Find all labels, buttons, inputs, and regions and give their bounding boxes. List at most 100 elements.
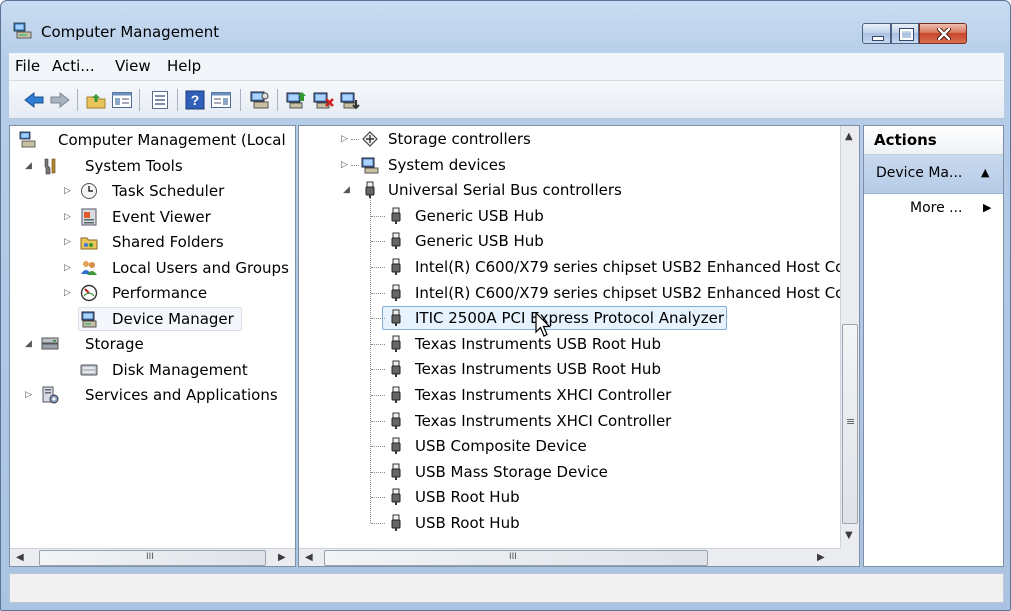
collapsed-triangle-icon[interactable]: ▷ [25, 390, 35, 400]
minimize-button[interactable] [862, 23, 891, 44]
back-arrow-icon[interactable] [23, 90, 45, 110]
collapsed-triangle-icon[interactable]: ▷ [64, 263, 74, 273]
device-item[interactable]: USB Mass Storage Device [299, 460, 839, 484]
device-item[interactable]: Generic USB Hub [299, 204, 839, 228]
menu-action[interactable]: Acti... [52, 57, 95, 75]
expanded-triangle-icon[interactable]: ◢ [25, 161, 35, 171]
scrollbar-thumb[interactable]: III [324, 550, 708, 566]
tree-connector [371, 369, 385, 370]
scrollbar-thumb[interactable]: III [39, 550, 266, 566]
collapsed-triangle-icon[interactable]: ▷ [341, 160, 351, 170]
close-button[interactable] [919, 23, 967, 44]
collapsed-triangle-icon[interactable]: ▷ [64, 288, 74, 298]
collapsed-triangle-icon[interactable]: ▷ [341, 134, 351, 144]
collapse-up-arrow-icon[interactable]: ▲ [981, 166, 989, 179]
disable-device-icon[interactable] [339, 90, 361, 110]
tree-connector [351, 165, 359, 166]
collapsed-triangle-icon[interactable]: ▷ [64, 237, 74, 247]
uninstall-device-icon[interactable] [312, 90, 334, 110]
system-tools-icon [44, 158, 56, 175]
device-item[interactable]: Texas Instruments XHCI Controller [299, 409, 839, 433]
properties-icon[interactable] [149, 90, 171, 110]
device-tree-pane[interactable]: ▷ Storage controllers ▷ System devices ◢ Univ… [298, 125, 860, 567]
scroll-left-arrow-icon[interactable]: ◀ [16, 552, 24, 563]
menu-view[interactable]: View [115, 57, 151, 75]
tree-item-performance[interactable]: ▷ Performance [10, 281, 295, 305]
menu-bar: File Acti... View Help [9, 53, 1004, 81]
device-item[interactable]: Generic USB Hub [299, 229, 839, 253]
toolbar-separator [277, 89, 278, 111]
actions-section-device-manager[interactable]: Device Ma... ▲ [864, 155, 1003, 194]
maximize-button[interactable] [891, 23, 919, 44]
scroll-right-arrow-icon[interactable]: ▶ [817, 552, 825, 563]
scan-hardware-changes-icon[interactable] [249, 90, 271, 110]
scroll-right-arrow-icon[interactable]: ▶ [278, 552, 286, 563]
event-viewer-icon [81, 208, 97, 226]
device-item-label: Texas Instruments XHCI Controller [415, 386, 672, 404]
title-bar[interactable]: Computer Management [1, 1, 1010, 44]
collapsed-triangle-icon[interactable]: ▷ [64, 212, 74, 222]
usb-device-icon [391, 412, 401, 429]
scroll-down-arrow-icon[interactable]: ▼ [845, 530, 853, 541]
computer-management-icon [13, 22, 32, 39]
expanded-triangle-icon[interactable]: ◢ [343, 185, 353, 195]
tree-item-shared-folders[interactable]: ▷ Shared Folders [10, 230, 295, 254]
device-item[interactable]: Texas Instruments USB Root Hub [299, 357, 839, 381]
menu-file[interactable]: File [15, 57, 40, 75]
tree-item-storage[interactable]: ◢ Storage [10, 332, 295, 356]
scrollbar-thumb[interactable]: ≡ [842, 324, 858, 524]
menu-help[interactable]: Help [167, 57, 201, 75]
device-manager-icon [81, 311, 97, 328]
tree-item-task-scheduler[interactable]: ▷ Task Scheduler [10, 179, 295, 203]
tree-item-usb-controllers[interactable]: ◢ Universal Serial Bus controllers [299, 178, 839, 202]
mouse-cursor-icon [535, 312, 551, 337]
tree-connector [371, 293, 385, 294]
expanded-triangle-icon[interactable]: ◢ [25, 339, 35, 349]
device-item[interactable]: ITIC 2500A PCI Express Protocol Analyzer [299, 306, 839, 330]
show-hide-console-tree-icon[interactable] [111, 90, 133, 110]
device-item[interactable]: USB Root Hub [299, 485, 839, 509]
usb-device-icon [391, 386, 401, 403]
status-bar [9, 573, 1004, 603]
device-item[interactable]: USB Root Hub [299, 511, 839, 535]
device-item[interactable]: Intel(R) C600/X79 series chipset USB2 En… [299, 281, 844, 305]
collapsed-triangle-icon[interactable]: ▷ [64, 186, 74, 196]
show-hide-action-pane-icon[interactable] [210, 90, 232, 110]
device-item[interactable]: Texas Instruments XHCI Controller [299, 383, 839, 407]
device-item-label: ITIC 2500A PCI Express Protocol Analyzer [415, 309, 724, 327]
tree-item-label: Universal Serial Bus controllers [388, 181, 622, 199]
scroll-left-arrow-icon[interactable]: ◀ [305, 552, 313, 563]
device-item[interactable]: Texas Instruments USB Root Hub [299, 332, 839, 356]
actions-section-label: Device Ma... [876, 165, 963, 181]
scroll-up-arrow-icon[interactable]: ▲ [845, 131, 853, 142]
tree-connector [371, 421, 385, 422]
forward-arrow-icon[interactable] [49, 90, 71, 110]
toolbar-separator [177, 89, 178, 111]
tree-item-computer-management[interactable]: Computer Management (Local [10, 128, 295, 152]
tree-item-local-users-and-groups[interactable]: ▷ Local Users and Groups [10, 256, 295, 280]
scroll-grip: ≡ [846, 415, 856, 428]
device-item[interactable]: Intel(R) C600/X79 series chipset USB2 En… [299, 255, 844, 279]
device-item[interactable]: USB Composite Device [299, 434, 839, 458]
update-driver-icon[interactable] [285, 90, 307, 110]
tree-item-system-tools[interactable]: ◢ System Tools [10, 154, 295, 178]
usb-device-icon [391, 284, 401, 301]
tree-connector [371, 472, 385, 473]
help-icon[interactable]: ? [184, 90, 206, 110]
tree-item-system-devices[interactable]: ▷ System devices [299, 153, 839, 177]
horizontal-scrollbar[interactable]: ◀ III ▶ [299, 548, 840, 566]
tree-item-device-manager[interactable]: Device Manager [10, 307, 295, 331]
tree-item-event-viewer[interactable]: ▷ Event Viewer [10, 205, 295, 229]
tree-item-disk-management[interactable]: Disk Management [10, 358, 295, 382]
up-folder-icon[interactable] [85, 90, 107, 110]
more-actions-item[interactable]: More ... ▶ [864, 195, 1003, 223]
tree-item-storage-controllers[interactable]: ▷ Storage controllers [299, 127, 839, 151]
window-title: Computer Management [41, 23, 220, 41]
device-item-label: USB Composite Device [415, 437, 587, 455]
tree-connector [371, 395, 385, 396]
console-tree-pane[interactable]: Computer Management (Local ◢ System Tool… [9, 125, 296, 567]
tree-item-services-and-applications[interactable]: ▷ Services and Applications [10, 383, 295, 407]
vertical-scrollbar[interactable]: ▲ ≡ ▼ [840, 126, 859, 548]
device-item-label: Texas Instruments USB Root Hub [415, 360, 661, 378]
horizontal-scrollbar[interactable]: ◀ III ▶ [10, 548, 295, 566]
